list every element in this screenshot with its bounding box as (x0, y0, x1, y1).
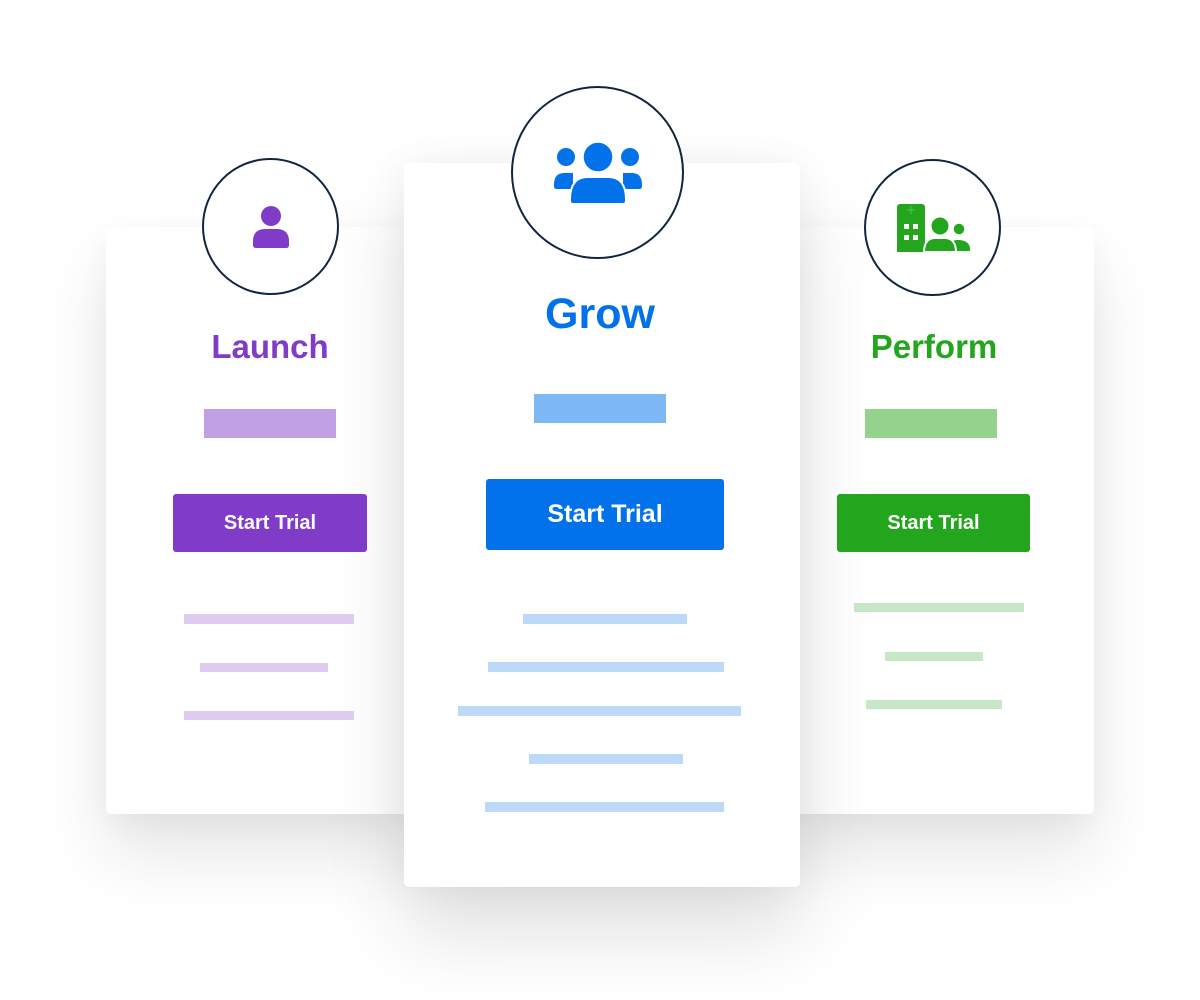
plan-title-perform: Perform (870, 328, 998, 365)
feature-line (529, 754, 683, 764)
hospital-users-icon (896, 203, 970, 253)
feature-line (200, 663, 328, 672)
plan-badge-launch (202, 158, 339, 295)
feature-line (488, 662, 724, 672)
start-trial-button-perform[interactable]: Start Trial (837, 494, 1030, 552)
feature-line (184, 711, 354, 720)
plan-title-launch: Launch (211, 328, 329, 365)
plan-badge-grow (511, 86, 684, 259)
start-trial-button-launch[interactable]: Start Trial (173, 494, 367, 552)
feature-line (854, 603, 1024, 612)
feature-line (866, 700, 1002, 709)
user-icon (252, 205, 289, 248)
plan-title-grow: Grow (545, 290, 655, 338)
start-trial-button-grow[interactable]: Start Trial (486, 479, 724, 550)
feature-line (885, 652, 983, 661)
users-group-icon (553, 140, 642, 205)
feature-line (523, 614, 687, 624)
feature-line (485, 802, 724, 812)
price-placeholder-launch (204, 409, 336, 438)
plan-badge-perform (864, 159, 1001, 296)
feature-line (184, 614, 354, 624)
feature-line (458, 706, 741, 716)
price-placeholder-grow (534, 394, 666, 423)
price-placeholder-perform (865, 409, 997, 438)
